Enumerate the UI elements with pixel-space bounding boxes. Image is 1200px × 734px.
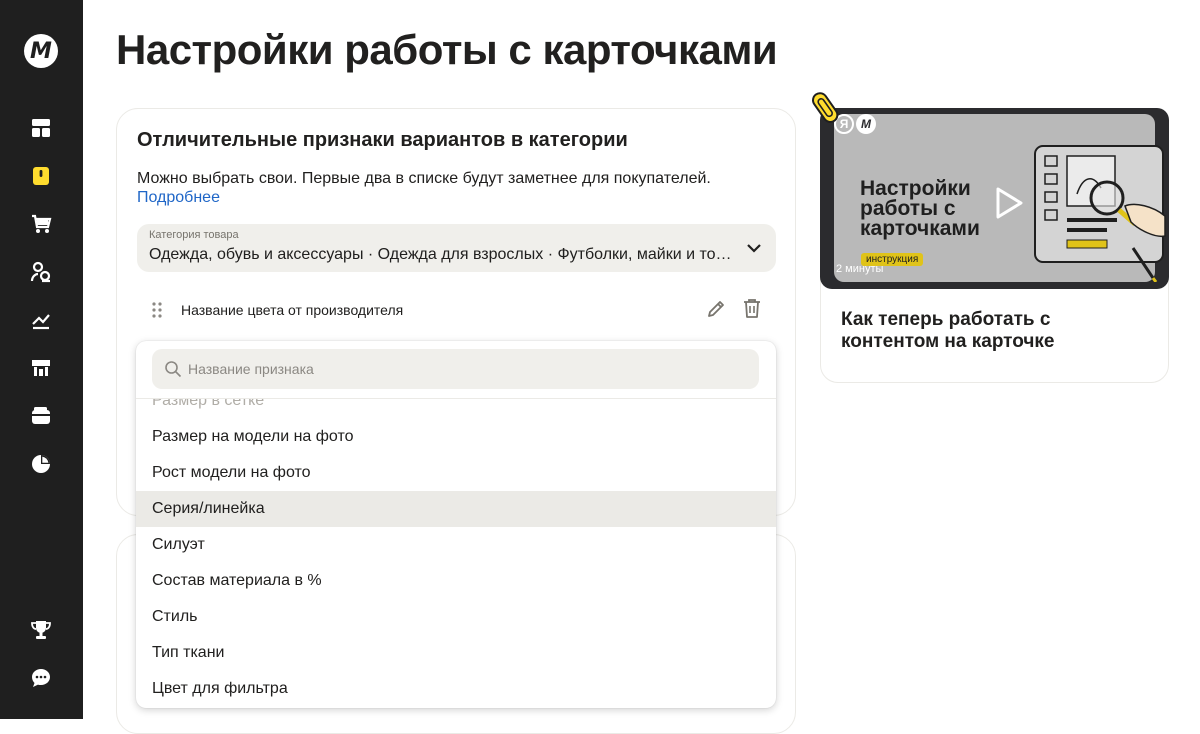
video-duration: 2 минуты: [836, 263, 884, 275]
attribute-name: Название цвета от производителя: [181, 302, 404, 318]
category-label: Категория товара: [149, 229, 239, 241]
page-title: Настройки работы с карточками: [116, 26, 778, 73]
search-icon: [165, 361, 182, 378]
chevron-down-icon[interactable]: [744, 238, 764, 258]
attribute-dropdown: Размер в сетке Размер на модели на фото …: [136, 341, 776, 708]
sidebar: M: [0, 0, 83, 719]
dropdown-item[interactable]: Состав материала в %: [136, 563, 776, 599]
dashboard-icon[interactable]: [29, 116, 53, 140]
pie-chart-icon[interactable]: [29, 452, 53, 476]
category-select[interactable]: Категория товара Одежда, обувь и аксессу…: [137, 224, 776, 272]
growth-icon[interactable]: [29, 308, 53, 332]
dropdown-item[interactable]: Серия/линейка: [136, 491, 776, 527]
category-value: Одежда, обувь и аксессуары · Одежда для …: [149, 246, 734, 263]
market-mini-logo: M: [856, 114, 876, 134]
play-icon[interactable]: [994, 186, 1024, 220]
attribute-search-input[interactable]: [152, 349, 759, 389]
promo-text: Как теперь работать с контентом на карто…: [841, 309, 1055, 352]
drag-handle-icon[interactable]: [151, 301, 163, 319]
attribute-row: Название цвета от производителя: [137, 291, 776, 331]
wallet-icon[interactable]: [29, 404, 53, 428]
dropdown-item[interactable]: Рост модели на фото: [136, 455, 776, 491]
cart-icon[interactable]: [29, 212, 53, 236]
dropdown-item[interactable]: Стиль: [136, 599, 776, 635]
market-logo[interactable]: M: [24, 34, 58, 68]
video-preview[interactable]: Настройки работы с карточками инструкция: [820, 108, 1169, 289]
dropdown-item[interactable]: Силуэт: [136, 527, 776, 563]
promo-card[interactable]: Настройки работы с карточками инструкция: [812, 92, 1169, 383]
dropdown-item[interactable]: Цвет для фильтра: [136, 671, 776, 707]
edit-icon[interactable]: [705, 298, 727, 320]
video-thumbnail: Настройки работы с карточками инструкция: [834, 114, 1166, 282]
paper-clip-icon: [812, 92, 839, 123]
trash-icon[interactable]: [741, 297, 763, 319]
learn-more-link[interactable]: Подробнее: [137, 189, 220, 207]
dropdown-item[interactable]: Тип ткани: [136, 635, 776, 671]
dropdown-list: Размер в сетке Размер на модели на фото …: [136, 399, 776, 708]
dropdown-item[interactable]: Размер на модели на фото: [136, 419, 776, 455]
users-icon[interactable]: [29, 260, 53, 284]
logo-letter: M: [30, 38, 52, 64]
dropdown-item[interactable]: Размер в сетке: [136, 399, 776, 419]
variants-card-description: Можно выбрать свои. Первые два в списке …: [137, 170, 711, 187]
chat-icon[interactable]: [29, 666, 53, 690]
variants-card-title: Отличительные признаки вариантов в катег…: [137, 129, 628, 151]
trophy-icon[interactable]: [29, 618, 53, 642]
store-icon[interactable]: [29, 356, 53, 380]
card-icon[interactable]: [29, 164, 53, 188]
magnifier-illustration: [1034, 145, 1166, 282]
